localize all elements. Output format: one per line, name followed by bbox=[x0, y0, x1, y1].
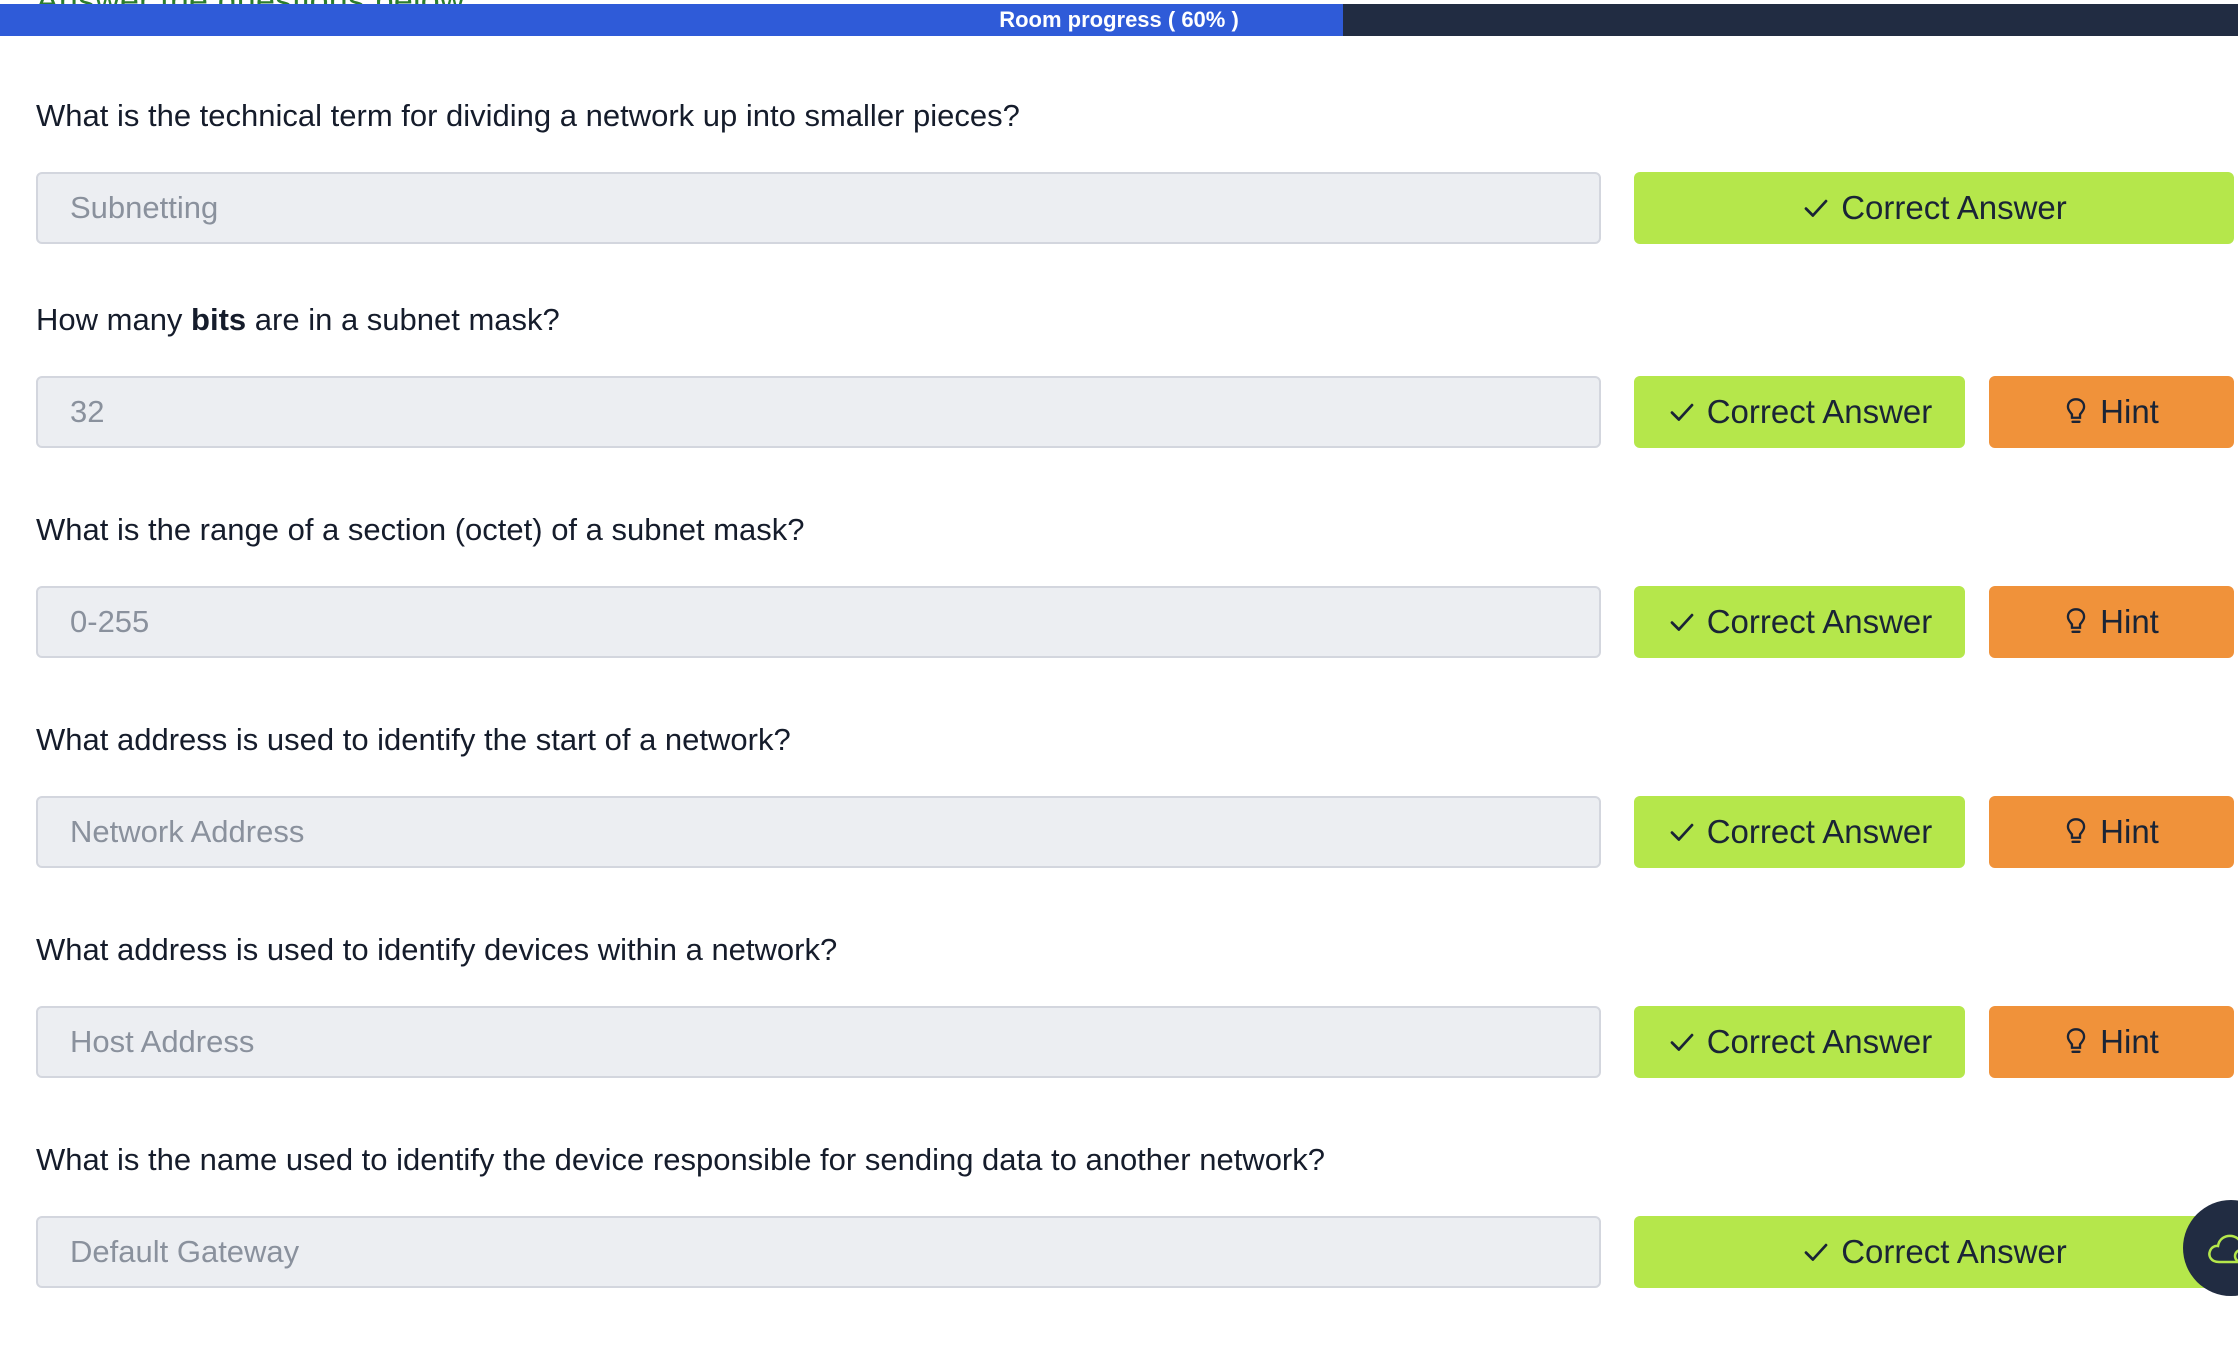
cloud-chat-icon bbox=[2208, 1234, 2238, 1264]
hint-label: Hint bbox=[2100, 813, 2159, 850]
lightbulb-icon bbox=[2066, 608, 2086, 633]
hint-label: Hint bbox=[2100, 603, 2159, 640]
correct-answer-label: Correct Answer bbox=[1841, 1233, 2067, 1270]
question-item-3: What is the range of a section (octet) o… bbox=[0, 510, 2238, 720]
question-text: What address is used to identify the sta… bbox=[36, 722, 791, 757]
lightbulb-icon bbox=[2066, 818, 2086, 843]
hint-label: Hint bbox=[2100, 1023, 2159, 1060]
correct-answer-button[interactable]: Correct Answer bbox=[1634, 376, 1965, 448]
correct-answer-button[interactable]: Correct Answer bbox=[1634, 172, 2234, 244]
question-text: What is the technical term for dividing … bbox=[36, 98, 1020, 133]
question-text: What is the name used to identify the de… bbox=[36, 1142, 1325, 1177]
hint-button[interactable]: Hint bbox=[1989, 796, 2234, 868]
hint-label: Hint bbox=[2100, 393, 2159, 430]
question-item-5: What address is used to identify devices… bbox=[0, 930, 2238, 1140]
question-emphasis: bits bbox=[191, 302, 247, 337]
correct-answer-label: Correct Answer bbox=[1706, 393, 1933, 430]
check-icon bbox=[1804, 199, 1828, 217]
check-icon bbox=[1670, 613, 1694, 631]
lightbulb-icon bbox=[2066, 1028, 2086, 1053]
check-icon bbox=[1670, 403, 1694, 421]
progress-label: Room progress ( 60% ) bbox=[999, 7, 1239, 32]
answer-field[interactable] bbox=[36, 586, 1601, 658]
correct-answer-label: Correct Answer bbox=[1706, 603, 1933, 640]
answer-field[interactable] bbox=[36, 796, 1601, 868]
question-item-6: What is the name used to identify the de… bbox=[0, 1140, 2238, 1350]
question-item-4: What address is used to identify the sta… bbox=[0, 720, 2238, 930]
answer-field[interactable] bbox=[36, 172, 1601, 244]
question-item-1: What is the technical term for dividing … bbox=[0, 96, 2238, 306]
lightbulb-icon bbox=[2066, 398, 2086, 423]
answer-field[interactable] bbox=[36, 1006, 1601, 1078]
check-icon bbox=[1804, 1243, 1828, 1261]
check-icon bbox=[1670, 1033, 1694, 1051]
hint-button[interactable]: Hint bbox=[1989, 376, 2234, 448]
correct-answer-button[interactable]: Correct Answer bbox=[1634, 796, 1965, 868]
question-text: What is the range of a section (octet) o… bbox=[36, 512, 805, 547]
hint-button[interactable]: Hint bbox=[1989, 586, 2234, 658]
room-progress-bar: Room progress ( 60% ) bbox=[0, 4, 2238, 36]
correct-answer-button[interactable]: Correct Answer bbox=[1634, 586, 1965, 658]
question-text: What address is used to identify devices… bbox=[36, 932, 838, 967]
correct-answer-label: Correct Answer bbox=[1706, 813, 1933, 850]
correct-answer-label: Correct Answer bbox=[1706, 1023, 1933, 1060]
answer-field[interactable] bbox=[36, 376, 1601, 448]
check-icon bbox=[1670, 823, 1694, 841]
question-text: How many bits are in a subnet mask? bbox=[36, 302, 560, 337]
correct-answer-button[interactable]: Correct Answer bbox=[1634, 1216, 2234, 1288]
question-item-2: How many bits are in a subnet mask? Corr… bbox=[0, 300, 2238, 510]
hint-button[interactable]: Hint bbox=[1989, 1006, 2234, 1078]
correct-answer-button[interactable]: Correct Answer bbox=[1634, 1006, 1965, 1078]
answer-field[interactable] bbox=[36, 1216, 1601, 1288]
correct-answer-label: Correct Answer bbox=[1841, 189, 2067, 226]
